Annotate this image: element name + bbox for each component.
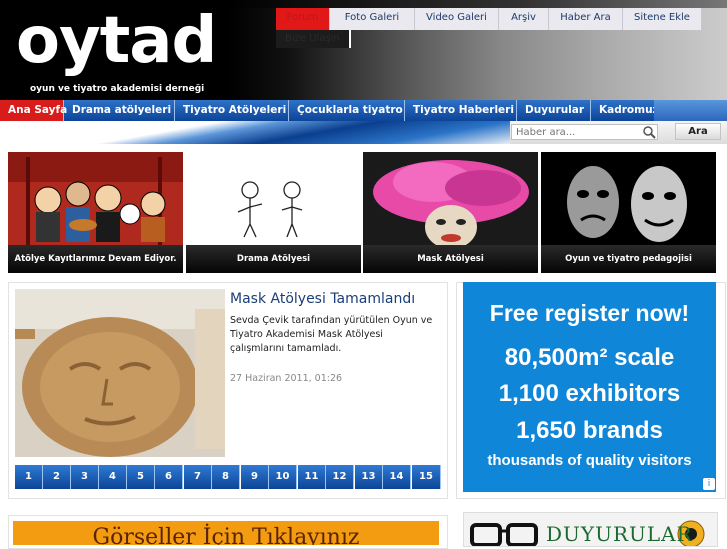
tab-forum[interactable]: Forum bbox=[276, 8, 330, 30]
tab-sitene-ekle[interactable]: Sitene Ekle bbox=[623, 8, 702, 30]
nav-label: Çocuklarla tiyatro bbox=[297, 104, 403, 116]
tab-label: Foto Galeri bbox=[344, 12, 400, 23]
nav-end-cap bbox=[654, 100, 727, 121]
ad-text: 1,650 brands bbox=[516, 417, 663, 444]
card-caption: Atölye Kayıtlarımız Devam Ediyor. bbox=[8, 245, 183, 273]
pager-button[interactable]: 15 bbox=[412, 465, 441, 489]
tab-label: Sitene Ekle bbox=[634, 12, 690, 23]
tab-label: Video Galeri bbox=[426, 12, 487, 23]
pager-button[interactable]: 8 bbox=[212, 465, 240, 489]
pager-button[interactable]: 11 bbox=[298, 465, 326, 489]
pager-button[interactable]: 7 bbox=[184, 465, 212, 489]
tab-foto-galeri[interactable]: Foto Galeri bbox=[330, 8, 415, 30]
pager-button[interactable]: 14 bbox=[383, 465, 411, 489]
nav-ana-sayfa[interactable]: Ana Sayfa bbox=[0, 100, 68, 121]
nav-duyurular[interactable]: Duyurular bbox=[517, 100, 591, 121]
pager-button[interactable]: 5 bbox=[127, 465, 155, 489]
tab-label: Haber Ara bbox=[560, 12, 611, 23]
nav-label: Tiyatro Atölyeleri bbox=[183, 104, 287, 116]
card-caption: Mask Atölyesi bbox=[363, 245, 538, 273]
ad-banner[interactable]: Free register now! 80,500m² scale 1,100 … bbox=[463, 282, 716, 492]
tab-arsiv[interactable]: Arşiv bbox=[499, 8, 549, 30]
pager-button[interactable]: 4 bbox=[99, 465, 127, 489]
nav-label: Ana Sayfa bbox=[8, 104, 68, 116]
article-photo bbox=[15, 289, 225, 457]
article-image[interactable] bbox=[15, 289, 225, 457]
nav-label: Drama atölyeleri bbox=[72, 104, 172, 116]
tab-haber-ara[interactable]: Haber Ara bbox=[549, 8, 623, 30]
tab-bize-ulasin-label: Bize Ulaşın bbox=[285, 33, 340, 44]
nav-label: Tiyatro Haberleri bbox=[413, 104, 514, 116]
featured-card[interactable]: Mask Atölyesi bbox=[363, 152, 538, 273]
nav-tiyatro-atolyeleri[interactable]: Tiyatro Atölyeleri bbox=[175, 100, 289, 121]
announcements-title: DUYURULAR bbox=[546, 522, 693, 546]
search-icon[interactable] bbox=[642, 125, 656, 139]
glasses-icon bbox=[470, 523, 538, 546]
nav-cocuklarla-tiyatro[interactable]: Çocuklarla tiyatro bbox=[289, 100, 405, 121]
article-title[interactable]: Mask Atölyesi Tamamlandı bbox=[230, 291, 415, 307]
featured-card[interactable]: Oyun ve tiyatro pedagojisi bbox=[541, 152, 716, 273]
nav-label: Duyurular bbox=[525, 104, 585, 116]
nav-drama-atolyeleri[interactable]: Drama atölyeleri bbox=[64, 100, 175, 121]
card-caption: Oyun ve tiyatro pedagojisi bbox=[541, 245, 716, 273]
header-top-band bbox=[228, 0, 727, 8]
featured-card[interactable]: Atölye Kayıtlarımız Devam Ediyor. bbox=[8, 152, 183, 273]
pager-button[interactable]: 6 bbox=[155, 465, 183, 489]
nav-kadromuz[interactable]: Kadromuz bbox=[591, 100, 659, 121]
ad-headline: Free register now! bbox=[489, 300, 690, 326]
tab-label: Arşiv bbox=[511, 12, 536, 23]
ad-text: thousands of quality visitors bbox=[487, 452, 692, 469]
gallery-banner-text: Görseller İçin Tıklayınız bbox=[92, 525, 360, 545]
pager-button[interactable]: 10 bbox=[269, 465, 297, 489]
pager-button[interactable]: 2 bbox=[43, 465, 71, 489]
tab-video-galeri[interactable]: Video Galeri bbox=[415, 8, 499, 30]
logo-subtitle: oyun ve tiyatro akademisi derneği bbox=[30, 84, 205, 94]
ad-info-icon[interactable]: i bbox=[703, 478, 715, 490]
pager-button[interactable]: 3 bbox=[71, 465, 99, 489]
card-caption: Drama Atölyesi bbox=[186, 245, 361, 273]
gallery-banner[interactable]: Görseller İçin Tıklayınız bbox=[13, 521, 439, 545]
search-input[interactable] bbox=[511, 124, 658, 140]
search-button[interactable]: Ara bbox=[675, 123, 721, 140]
nav-label: Kadromuz bbox=[599, 104, 659, 116]
logo[interactable]: oytad oyun ve tiyatro akademisi derneği bbox=[0, 0, 228, 100]
article-body: Sevda Çevik tarafından yürütülen Oyun ve… bbox=[230, 315, 433, 354]
pager-button[interactable]: 9 bbox=[241, 465, 269, 489]
pager-button[interactable]: 13 bbox=[355, 465, 383, 489]
ad-text: 1,100 exhibitors bbox=[498, 380, 681, 407]
article-date: 27 Haziran 2011, 01:26 bbox=[230, 373, 343, 384]
logo-text: oytad bbox=[16, 4, 217, 78]
featured-card[interactable]: Drama Atölyesi bbox=[186, 152, 361, 273]
pager-button[interactable]: 12 bbox=[326, 465, 354, 489]
nav-tiyatro-haberleri[interactable]: Tiyatro Haberleri bbox=[405, 100, 517, 121]
decorative-swoosh bbox=[0, 121, 510, 144]
ad-text: 80,500m² scale bbox=[504, 344, 675, 371]
pager-button[interactable]: 1 bbox=[15, 465, 43, 489]
tab-label: Forum bbox=[286, 12, 319, 23]
